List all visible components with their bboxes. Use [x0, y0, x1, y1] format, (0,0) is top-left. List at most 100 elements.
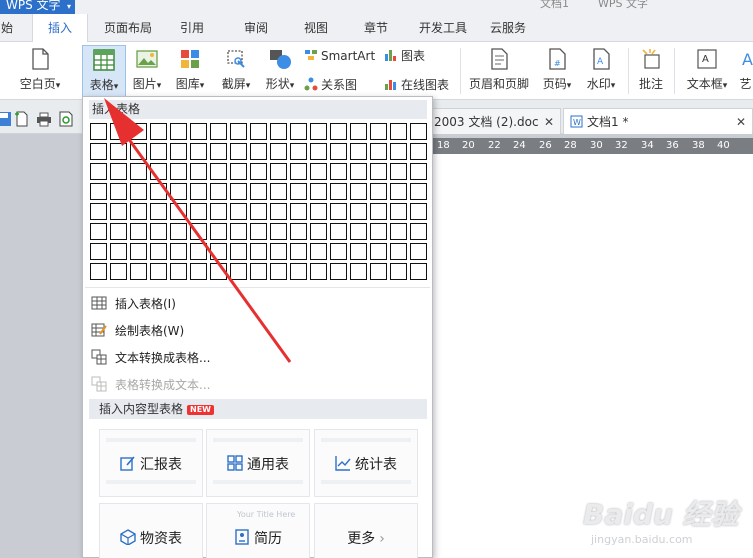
- grid-cell[interactable]: [410, 143, 427, 160]
- grid-cell[interactable]: [310, 243, 327, 260]
- grid-cell[interactable]: [150, 203, 167, 220]
- grid-cell[interactable]: [230, 183, 247, 200]
- grid-cell[interactable]: [390, 123, 407, 140]
- tab-insert[interactable]: 插入: [32, 14, 88, 43]
- grid-cell[interactable]: [150, 163, 167, 180]
- grid-cell[interactable]: [330, 243, 347, 260]
- grid-cell[interactable]: [250, 163, 267, 180]
- grid-cell[interactable]: [130, 243, 147, 260]
- doc-tab-2003[interactable]: 2003 文档 (2).doc ✕: [427, 108, 561, 134]
- grid-cell[interactable]: [190, 203, 207, 220]
- grid-cell[interactable]: [330, 163, 347, 180]
- grid-cell[interactable]: [190, 123, 207, 140]
- grid-cell[interactable]: [270, 263, 287, 280]
- picture-button[interactable]: 图片▾: [128, 45, 166, 97]
- grid-cell[interactable]: [90, 243, 107, 260]
- grid-cell[interactable]: [90, 203, 107, 220]
- grid-cell[interactable]: [250, 263, 267, 280]
- watermark-button[interactable]: A 水印▾: [580, 45, 622, 97]
- grid-cell[interactable]: [110, 203, 127, 220]
- grid-cell[interactable]: [270, 123, 287, 140]
- grid-cell[interactable]: [310, 163, 327, 180]
- grid-cell[interactable]: [250, 203, 267, 220]
- grid-cell[interactable]: [370, 223, 387, 240]
- save-icon[interactable]: [0, 111, 12, 127]
- grid-cell[interactable]: [370, 203, 387, 220]
- grid-cell[interactable]: [210, 123, 227, 140]
- draw-table-item[interactable]: 绘制表格(W): [91, 320, 184, 342]
- grid-cell[interactable]: [110, 243, 127, 260]
- grid-cell[interactable]: [110, 163, 127, 180]
- grid-cell[interactable]: [390, 203, 407, 220]
- grid-cell[interactable]: [390, 183, 407, 200]
- tab-references[interactable]: 引用: [172, 14, 212, 42]
- grid-cell[interactable]: [290, 143, 307, 160]
- grid-cell[interactable]: [270, 183, 287, 200]
- grid-cell[interactable]: [90, 163, 107, 180]
- print-icon[interactable]: [36, 111, 52, 127]
- grid-cell[interactable]: [130, 263, 147, 280]
- grid-cell[interactable]: [290, 183, 307, 200]
- grid-cell[interactable]: [90, 143, 107, 160]
- grid-cell[interactable]: [310, 123, 327, 140]
- grid-cell[interactable]: [410, 163, 427, 180]
- grid-cell[interactable]: [390, 223, 407, 240]
- grid-cell[interactable]: [90, 263, 107, 280]
- grid-cell[interactable]: [90, 183, 107, 200]
- print-preview-icon[interactable]: [58, 111, 74, 127]
- grid-cell[interactable]: [170, 243, 187, 260]
- grid-cell[interactable]: [290, 163, 307, 180]
- grid-cell[interactable]: [170, 143, 187, 160]
- grid-cell[interactable]: [210, 263, 227, 280]
- grid-cell[interactable]: [130, 123, 147, 140]
- title-doc-tab[interactable]: 文档1: [540, 0, 569, 14]
- grid-cell[interactable]: [210, 243, 227, 260]
- grid-cell[interactable]: [150, 143, 167, 160]
- grid-cell[interactable]: [230, 163, 247, 180]
- grid-cell[interactable]: [350, 263, 367, 280]
- grid-cell[interactable]: [290, 223, 307, 240]
- page-number-button[interactable]: # 页码▾: [536, 45, 578, 97]
- horizontal-ruler[interactable]: 18 20 22 24 26 28 30 32 34 36 38 40: [433, 138, 753, 154]
- grid-cell[interactable]: [130, 203, 147, 220]
- grid-cell[interactable]: [370, 163, 387, 180]
- grid-cell[interactable]: [230, 123, 247, 140]
- doc-tab-wendang1[interactable]: W 文档1 * ✕: [563, 108, 753, 134]
- grid-cell[interactable]: [130, 223, 147, 240]
- insert-table-item[interactable]: 插入表格(I): [91, 293, 176, 315]
- grid-cell[interactable]: [130, 163, 147, 180]
- grid-cell[interactable]: [290, 123, 307, 140]
- grid-cell[interactable]: [110, 183, 127, 200]
- grid-cell[interactable]: [90, 223, 107, 240]
- grid-cell[interactable]: [250, 123, 267, 140]
- chart-button[interactable]: 图表: [384, 47, 425, 65]
- grid-cell[interactable]: [170, 163, 187, 180]
- gallery-button[interactable]: 图库▾: [170, 45, 210, 97]
- grid-cell[interactable]: [190, 183, 207, 200]
- grid-cell[interactable]: [190, 243, 207, 260]
- grid-cell[interactable]: [330, 143, 347, 160]
- grid-cell[interactable]: [350, 243, 367, 260]
- report-table-card[interactable]: 汇报表: [99, 429, 203, 497]
- grid-cell[interactable]: [330, 203, 347, 220]
- grid-cell[interactable]: [350, 223, 367, 240]
- grid-cell[interactable]: [230, 143, 247, 160]
- grid-cell[interactable]: [310, 183, 327, 200]
- header-footer-button[interactable]: 页眉和页脚: [466, 45, 532, 97]
- grid-cell[interactable]: [370, 263, 387, 280]
- tab-page-layout[interactable]: 页面布局: [98, 14, 158, 42]
- grid-cell[interactable]: [270, 143, 287, 160]
- grid-cell[interactable]: [410, 223, 427, 240]
- relation-chart-button[interactable]: 关系图: [304, 76, 357, 94]
- grid-cell[interactable]: [110, 143, 127, 160]
- grid-cell[interactable]: [190, 143, 207, 160]
- grid-cell[interactable]: [150, 123, 167, 140]
- screenshot-button[interactable]: 截屏▾: [214, 45, 258, 97]
- grid-cell[interactable]: [410, 263, 427, 280]
- grid-cell[interactable]: [290, 203, 307, 220]
- grid-cell[interactable]: [350, 123, 367, 140]
- tab-review[interactable]: 审阅: [236, 14, 276, 42]
- grid-cell[interactable]: [410, 243, 427, 260]
- grid-cell[interactable]: [130, 183, 147, 200]
- grid-cell[interactable]: [230, 223, 247, 240]
